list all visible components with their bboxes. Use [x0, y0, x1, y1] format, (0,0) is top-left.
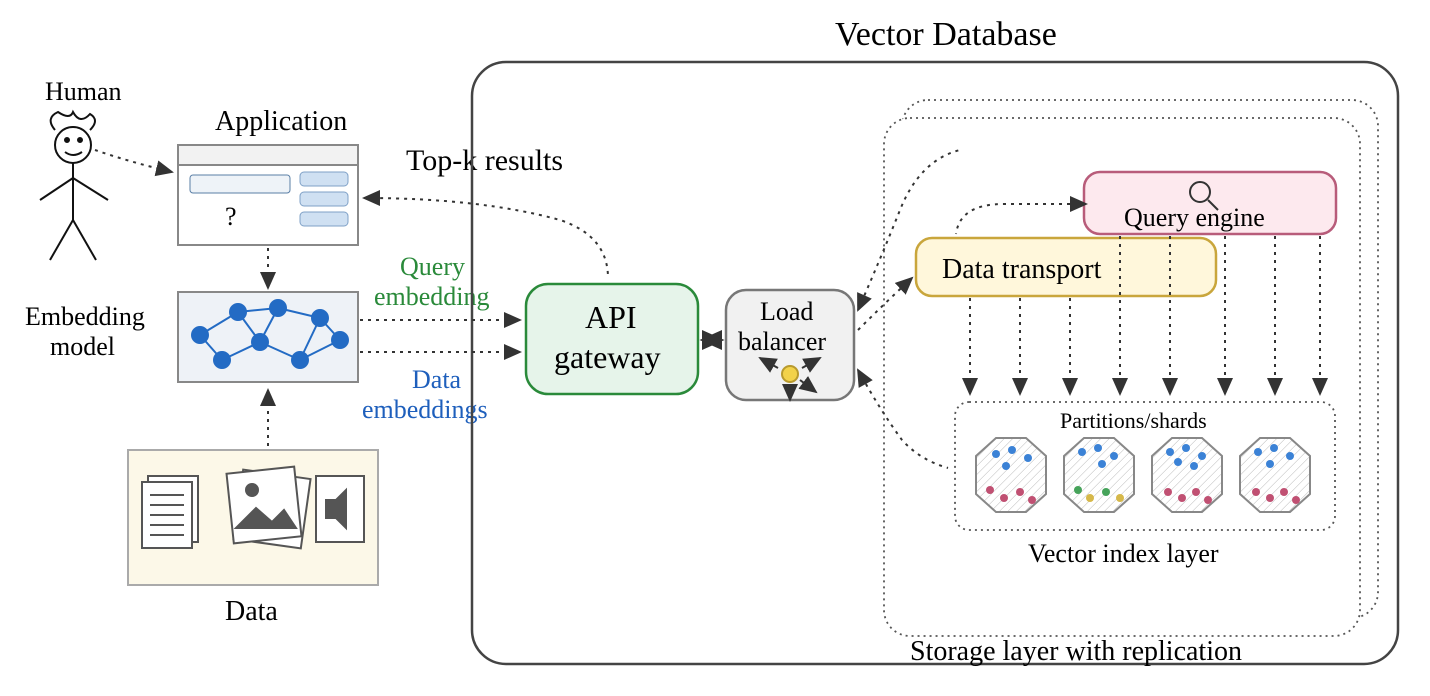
human-icon — [40, 112, 108, 260]
application-box: ? — [178, 145, 358, 245]
application-label: Application — [215, 106, 347, 137]
question-mark: ? — [225, 202, 237, 231]
arrow-human-app — [95, 150, 172, 172]
diagram-canvas: Human Application ? Embedding model — [0, 0, 1430, 691]
document-icon — [142, 476, 198, 548]
storage-label: Storage layer with replication — [910, 636, 1242, 667]
lb-l1: Load — [760, 297, 813, 326]
data-emb-l2: embeddings — [362, 395, 488, 424]
vector-index-label: Vector index layer — [1028, 539, 1219, 568]
human-label: Human — [45, 77, 122, 106]
data-emb-l1: Data — [412, 365, 462, 394]
embedding-label-2: model — [50, 332, 115, 361]
query-emb-l1: Query — [400, 252, 465, 281]
vector-db-title: Vector Database — [835, 16, 1057, 53]
data-transport-label: Data transport — [942, 254, 1102, 285]
api-gw-l1: API — [585, 299, 637, 335]
audio-icon — [316, 476, 364, 542]
embedding-label-1: Embedding — [25, 302, 145, 331]
query-engine-label: Query engine — [1124, 203, 1265, 232]
partitions-label: Partitions/shards — [1060, 408, 1207, 433]
topk-label: Top-k results — [406, 144, 563, 177]
image-icon — [227, 467, 311, 549]
data-label: Data — [225, 596, 278, 627]
api-gw-l2: gateway — [554, 339, 661, 375]
lb-l2: balancer — [738, 327, 826, 356]
